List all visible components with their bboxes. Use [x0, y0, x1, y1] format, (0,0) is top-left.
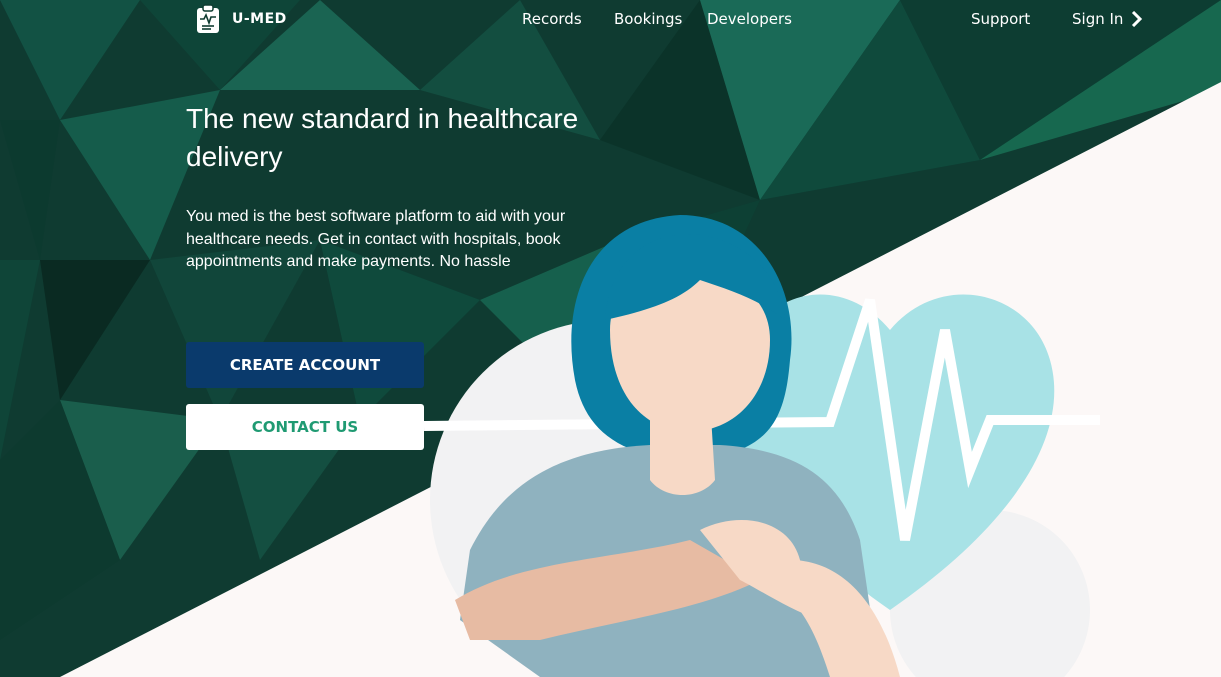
chevron-right-icon: [1132, 11, 1143, 27]
top-nav: U-MED Records Bookings Developers Suppor…: [0, 0, 1221, 38]
nav-link-records[interactable]: Records: [522, 10, 582, 28]
brand-logo[interactable]: U-MED: [196, 4, 287, 34]
nav-link-developers[interactable]: Developers: [707, 10, 792, 28]
nav-link-bookings[interactable]: Bookings: [614, 10, 682, 28]
create-account-button[interactable]: CREATE ACCOUNT: [186, 342, 424, 388]
sign-in-link[interactable]: Sign In: [1072, 10, 1143, 28]
contact-us-button[interactable]: CONTACT US: [186, 404, 424, 450]
hero-description: You med is the best software platform to…: [186, 208, 566, 270]
brand-name: U-MED: [232, 11, 287, 27]
clipboard-pulse-icon: [197, 4, 219, 33]
hero-title: The new standard in healthcare delivery: [186, 103, 579, 172]
nav-link-support[interactable]: Support: [971, 10, 1030, 28]
sign-in-label: Sign In: [1072, 10, 1124, 28]
